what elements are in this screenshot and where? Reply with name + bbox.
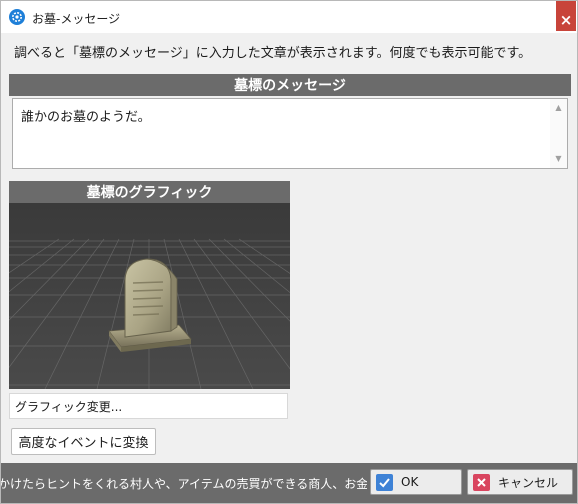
gravestone-scene [9, 203, 290, 389]
cancel-label: キャンセル [498, 475, 559, 490]
close-button[interactable]: × [556, 1, 576, 31]
ok-button[interactable]: OK [370, 469, 462, 495]
x-icon [473, 473, 490, 491]
message-textarea[interactable]: 誰かのお墓のようだ。 ▲ ▼ [12, 98, 568, 169]
message-section-header: 墓標のメッセージ [9, 74, 571, 96]
scroll-up-icon[interactable]: ▲ [550, 101, 567, 115]
convert-advanced-event-button[interactable]: 高度なイベントに変換 [11, 428, 156, 455]
ok-label: OK [401, 475, 419, 489]
title-bar: お墓-メッセージ × [1, 1, 577, 33]
scroll-down-icon[interactable]: ▼ [550, 152, 567, 166]
hint-text: かけたらヒントをくれる村人や、アイテムの売買ができる商人、お金が入 [1, 477, 367, 491]
dialog-window: お墓-メッセージ × 調べると「墓標のメッセージ」に入力した文章が表示されます。… [0, 0, 578, 504]
description-text: 調べると「墓標のメッセージ」に入力した文章が表示されます。何度でも表示可能です。 [14, 46, 532, 61]
message-scrollbar[interactable]: ▲ ▼ [550, 99, 567, 168]
gear-icon [9, 9, 25, 25]
graphic-preview [9, 203, 290, 389]
close-icon: × [559, 11, 573, 29]
window-title: お墓-メッセージ [32, 12, 121, 26]
change-graphic-button[interactable]: グラフィック変更... [9, 393, 288, 419]
message-text: 誰かのお墓のようだ。 [21, 110, 151, 125]
graphic-section-header: 墓標のグラフィック [9, 181, 290, 203]
check-icon [376, 473, 393, 491]
cancel-button[interactable]: キャンセル [467, 469, 573, 495]
hint-ticker: かけたらヒントをくれる村人や、アイテムの売買ができる商人、お金が入 [1, 475, 367, 493]
footer-bar: かけたらヒントをくれる村人や、アイテムの売買ができる商人、お金が入 OK キャン… [1, 463, 577, 503]
